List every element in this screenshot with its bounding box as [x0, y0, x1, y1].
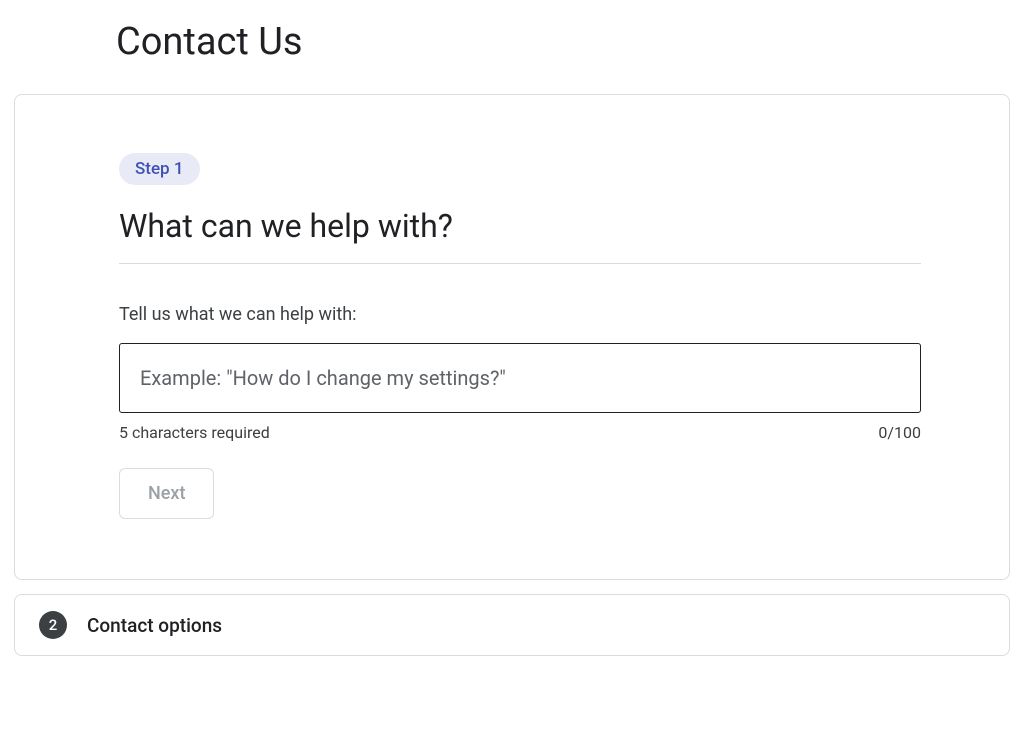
char-count: 0/100 — [878, 423, 921, 442]
step1-badge: Step 1 — [119, 153, 200, 185]
step1-heading: What can we help with? — [119, 207, 921, 264]
next-button[interactable]: Next — [119, 468, 214, 519]
help-input-label: Tell us what we can help with: — [119, 304, 921, 325]
step2-label: Contact options — [87, 614, 222, 637]
page-title: Contact Us — [0, 0, 1024, 94]
step1-card: Step 1 What can we help with? Tell us wh… — [14, 94, 1010, 580]
step2-card[interactable]: 2 Contact options — [14, 594, 1010, 656]
input-meta: 5 characters required 0/100 — [119, 423, 921, 442]
help-input[interactable] — [119, 343, 921, 413]
min-chars-text: 5 characters required — [119, 423, 270, 442]
step2-number-circle: 2 — [39, 611, 67, 639]
